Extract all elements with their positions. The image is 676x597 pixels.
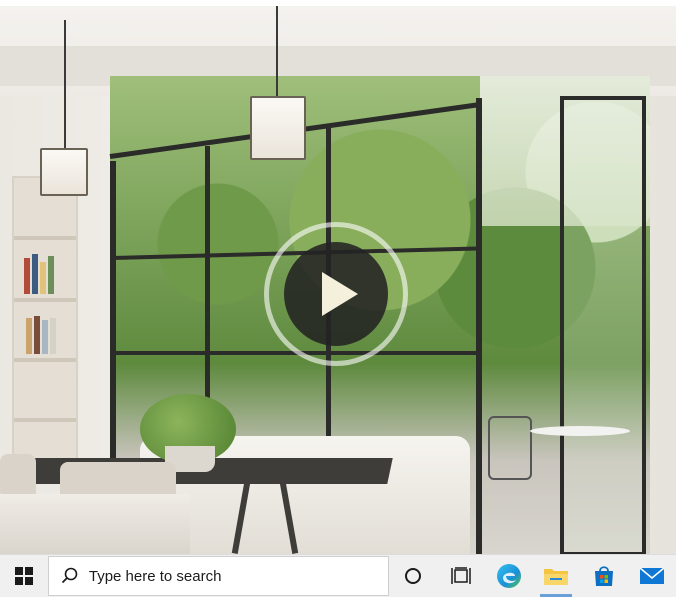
task-view-icon	[450, 567, 471, 584]
patio-table	[530, 426, 630, 436]
video-player[interactable]	[0, 6, 676, 554]
store-button[interactable]	[580, 555, 628, 597]
lamp-cord	[276, 6, 278, 98]
pendant-lamp	[40, 148, 88, 196]
folder-icon	[544, 569, 569, 585]
play-button[interactable]	[284, 242, 388, 346]
mail-icon	[639, 567, 665, 584]
window-frame	[476, 98, 482, 554]
edge-icon	[496, 564, 521, 588]
store-icon	[595, 566, 614, 586]
open-door	[560, 96, 646, 554]
pendant-lamp	[250, 96, 306, 160]
task-view-button[interactable]	[437, 555, 485, 597]
search-icon	[61, 567, 78, 584]
cortana-button[interactable]	[389, 555, 437, 597]
bookshelf	[12, 176, 78, 470]
taskbar: Type here to search	[0, 554, 676, 597]
start-button[interactable]	[0, 555, 48, 597]
edge-button[interactable]	[485, 555, 533, 597]
play-icon	[322, 272, 358, 316]
circle-icon	[404, 568, 421, 584]
windows-icon	[14, 567, 33, 585]
lamp-cord	[64, 20, 66, 152]
kitchen-counter	[0, 494, 190, 554]
search-placeholder: Type here to search	[88, 567, 222, 585]
search-box[interactable]: Type here to search	[47, 556, 389, 596]
file-explorer-button[interactable]	[532, 555, 580, 597]
chair	[0, 454, 36, 494]
patio-chair	[488, 416, 532, 480]
mail-button[interactable]	[628, 555, 676, 597]
